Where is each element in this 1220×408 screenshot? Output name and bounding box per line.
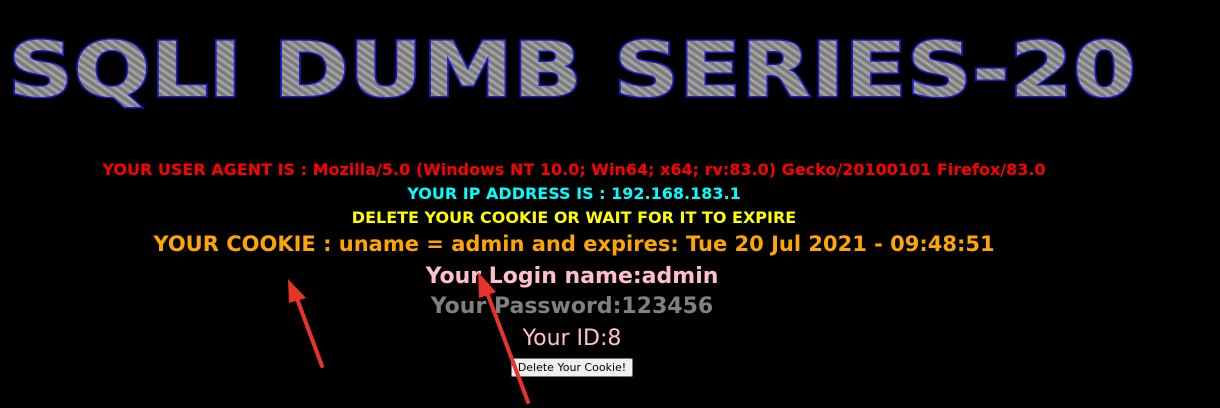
title-banner: SQLI DUMB SERIES-20 xyxy=(6,18,1156,118)
password-text: Your Password:123456 xyxy=(430,294,714,319)
page-title: SQLI DUMB SERIES-20 xyxy=(8,25,1136,114)
title-banner-graphic: SQLI DUMB SERIES-20 xyxy=(7,24,1138,116)
delete-cookie-message: DELETE YOUR COOKIE OR WAIT FOR IT TO EXP… xyxy=(351,208,797,227)
ip-address-text: YOUR IP ADDRESS IS : 192.168.183.1 xyxy=(407,184,741,203)
cookie-info-text: YOUR COOKIE : uname = admin and expires:… xyxy=(153,232,995,256)
cookie-form: Delete Your Cookie! xyxy=(0,356,1144,377)
annotation-arrow-cookie xyxy=(288,279,324,368)
delete-cookie-button[interactable]: Delete Your Cookie! xyxy=(510,358,634,377)
user-agent-text: YOUR USER AGENT IS : Mozilla/5.0 (Window… xyxy=(102,160,1046,179)
user-id-text: Your ID:8 xyxy=(522,326,622,351)
login-name-text: Your Login name:admin xyxy=(425,264,719,289)
